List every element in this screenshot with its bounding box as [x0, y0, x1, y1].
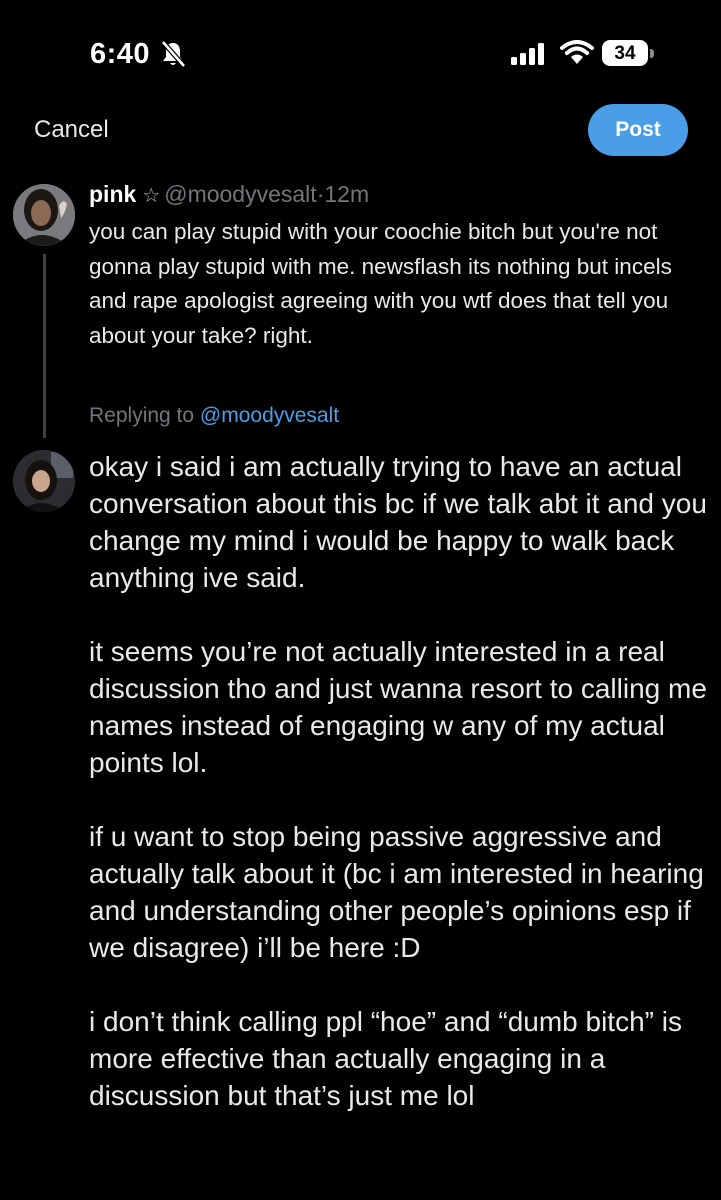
avatar-photo-icon [13, 184, 75, 246]
bell-muted-icon [161, 40, 186, 68]
battery-nub [650, 49, 654, 58]
signal-icon [511, 43, 544, 65]
compose-topbar: Cancel Post [0, 104, 721, 156]
battery-icon: 34 [602, 40, 656, 68]
tweet-age: 12m [324, 181, 370, 207]
battery-level: 34 [602, 40, 648, 66]
avatar-photo-icon [13, 450, 75, 512]
avatar-original-author[interactable] [13, 184, 75, 246]
author-handle[interactable]: @moodyvesalt [164, 181, 316, 207]
tweet-header: pink ☆ @moodyvesalt·12m [89, 181, 369, 208]
reply-paragraph: okay i said i am actually trying to have… [89, 451, 707, 593]
replying-to: Replying to @moodyvesalt [89, 404, 339, 428]
reply-compose-text[interactable]: okay i said i am actually trying to have… [89, 448, 714, 1114]
reply-paragraph: if u want to stop being passive aggressi… [89, 821, 704, 963]
status-time: 6:40 [90, 38, 151, 70]
thread-line [43, 254, 46, 438]
reply-paragraph: it seems you’re not actually interested … [89, 636, 707, 778]
original-tweet-text: you can play stupid with your coochie bi… [89, 219, 672, 348]
reply-paragraph: i don’t think calling ppl “hoe” and “dum… [89, 1006, 682, 1111]
replying-to-handle[interactable]: @moodyvesalt [200, 404, 339, 427]
status-bar: 6:40 34 [0, 0, 721, 105]
replying-to-prefix: Replying to [89, 404, 195, 427]
cancel-button[interactable]: Cancel [34, 116, 109, 144]
author-name[interactable]: pink [89, 181, 136, 207]
wifi-icon [560, 40, 594, 64]
avatar-current-user[interactable] [13, 450, 75, 512]
star-icon: ☆ [142, 185, 161, 207]
post-button[interactable]: Post [588, 104, 688, 156]
